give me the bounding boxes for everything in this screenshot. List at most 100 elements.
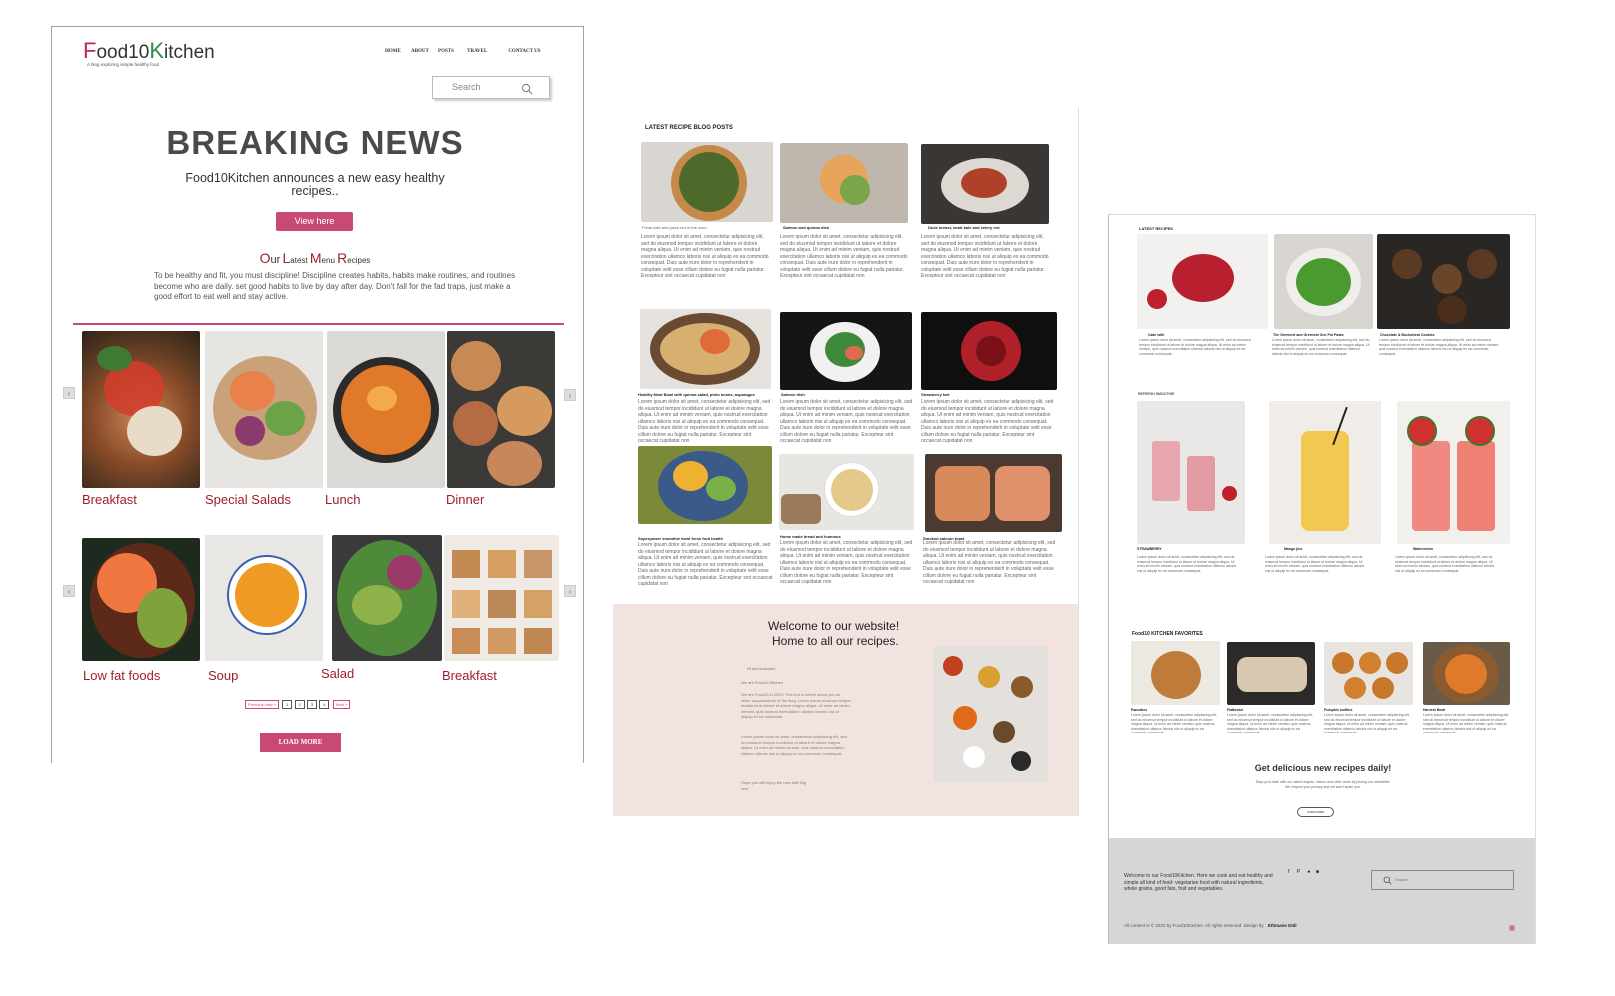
carousel-next-arrow-2[interactable]: ›: [564, 585, 576, 597]
recipe-caption-cake[interactable]: Cake with: [1148, 333, 1164, 337]
site-logo[interactable]: Food10Kitchen: [83, 38, 215, 64]
breakfast-toast-image[interactable]: [444, 535, 559, 661]
category-lunch[interactable]: Lunch: [325, 492, 360, 507]
pagination-page-1[interactable]: 1: [282, 700, 293, 709]
soup-image[interactable]: [205, 535, 323, 661]
view-here-button[interactable]: View here: [276, 212, 353, 231]
recipe-excerpt-1: Lorem ipsum dolor sit amet, consectetur …: [1139, 338, 1251, 356]
favorite-image-muffins[interactable]: [1324, 642, 1413, 705]
recipe-image-cake[interactable]: [1137, 234, 1268, 329]
smoothie-caption-mango[interactable]: Mango jinx: [1284, 547, 1302, 551]
carousel-prev-arrow-2[interactable]: ‹: [63, 585, 75, 597]
post-excerpt-1: Lorem ipsum dolor sit amet, consectetur …: [641, 234, 769, 279]
carousel-next-arrow[interactable]: ›: [564, 389, 576, 401]
post-image-salmon-dish[interactable]: [780, 312, 912, 390]
smoothie-image-watermelon[interactable]: [1397, 401, 1510, 544]
category-salad[interactable]: Salad: [321, 666, 354, 681]
welcome-small-1: Hi and welcome: [747, 666, 776, 671]
post-image-salmon-quinoa[interactable]: [780, 143, 908, 223]
post-caption-4[interactable]: Healthy Meal Bowl with quinoa salad, pin…: [638, 392, 755, 397]
search-icon[interactable]: [1383, 876, 1392, 885]
subscribe-button[interactable]: SUBSCRIBE: [1297, 807, 1334, 817]
dinner-image[interactable]: [447, 331, 555, 488]
post-image-strawberry-tart[interactable]: [921, 312, 1057, 390]
nav-travel[interactable]: TRAVEL: [467, 49, 487, 54]
post-image-salmon-toast[interactable]: [925, 454, 1062, 532]
lunch-image[interactable]: [327, 331, 445, 488]
special-salads-image[interactable]: [205, 331, 323, 488]
post-caption-1[interactable]: Fresh kale and pizza red of the oven: [642, 225, 707, 230]
favorite-caption-pancakes[interactable]: Pancakes: [1131, 708, 1147, 712]
post-excerpt-7: Lorem ipsum dolor sit amet, consectetur …: [638, 542, 773, 587]
recipe-image-cookies[interactable]: [1377, 234, 1510, 329]
footer-search-input[interactable]: Search: [1395, 877, 1408, 882]
welcome-small-2: We are Food10 Kitchen: [741, 680, 783, 685]
post-excerpt-2: Lorem ipsum dolor sit amet, consectetur …: [780, 234, 908, 279]
recipe-caption-pasta[interactable]: The Greenest and Greenest One Pot Pasta: [1273, 333, 1343, 337]
post-image-meal-bowl[interactable]: [640, 309, 771, 389]
post-caption-6[interactable]: Strawberry tart: [921, 392, 949, 397]
youtube-icon[interactable]: ■: [1316, 869, 1319, 875]
hero-title: BREAKING NEWS: [166, 124, 464, 161]
scroll-top-dot[interactable]: [1509, 925, 1515, 931]
favorite-image-flatbread[interactable]: [1227, 642, 1315, 705]
carousel-prev-arrow[interactable]: ‹: [63, 387, 75, 399]
recipe-caption-cookies[interactable]: Chocolate & Buckwheat Cookies: [1380, 333, 1434, 337]
favorite-image-harvest-bowl[interactable]: [1423, 642, 1510, 705]
post-caption-3[interactable]: Duck breast, lamb kale and celery red: [928, 225, 1000, 230]
smoothie-caption-strawberry[interactable]: STRAWBERRY: [1137, 547, 1162, 551]
recipe-excerpt-3: Lorem ipsum dolor sit amet, consectetur …: [1379, 338, 1500, 356]
favorite-image-pancakes[interactable]: [1131, 641, 1220, 705]
menu-heading: Our Latest Menu Recipes: [259, 250, 371, 266]
instagram-icon[interactable]: ●: [1307, 869, 1310, 875]
nav-posts[interactable]: POSTS: [438, 49, 454, 54]
category-soup[interactable]: Soup: [208, 668, 238, 683]
category-dinner[interactable]: Dinner: [446, 492, 484, 507]
pinterest-icon[interactable]: P: [1297, 869, 1300, 875]
nav-about[interactable]: ABOUT: [411, 49, 429, 54]
post-caption-2[interactable]: Salmon and quinoa dish: [783, 225, 829, 230]
category-low-fat-foods[interactable]: Low fat foods: [83, 668, 160, 683]
nav-home[interactable]: HOME: [385, 49, 401, 54]
post-image-duck-breast[interactable]: [921, 144, 1049, 224]
welcome-sign-off: Hope you will enjoy the new site! Big lo…: [741, 780, 806, 791]
smoothie-caption-watermelon[interactable]: Watermelon: [1413, 547, 1433, 551]
post-excerpt-3: Lorem ipsum dolor sit amet, consectetur …: [921, 234, 1049, 279]
favorite-caption-muffins[interactable]: Pumpkin muffins: [1324, 708, 1352, 712]
salad-image[interactable]: [332, 535, 442, 661]
welcome-title-1: Welcome to our website!: [768, 619, 900, 633]
category-special-salads[interactable]: Special Salads: [205, 492, 291, 507]
search-input[interactable]: Search: [452, 82, 481, 92]
search-icon[interactable]: [521, 83, 533, 95]
pagination-page-4[interactable]: 4: [319, 700, 330, 709]
post-caption-7[interactable]: Superpower smoothie bowl fresh fruit hea…: [638, 536, 723, 541]
pagination-page-3[interactable]: 3: [306, 700, 318, 709]
post-image-kale-pizza[interactable]: [641, 142, 773, 222]
search-box[interactable]: Search: [432, 76, 550, 99]
newsletter-text: Stay up to date with our latest recipes,…: [1255, 780, 1391, 789]
favorite-caption-flatbread[interactable]: Flatbread: [1227, 708, 1243, 712]
recipe-image-pasta[interactable]: [1274, 234, 1373, 329]
category-breakfast[interactable]: Breakfast: [82, 492, 137, 507]
post-image-bread-hummus[interactable]: [779, 454, 914, 530]
nav-contact[interactable]: CONTACT US: [508, 49, 540, 54]
breakfast-image[interactable]: [82, 331, 200, 488]
category-breakfast-2[interactable]: Breakfast: [442, 668, 497, 683]
footer-search-box[interactable]: Search: [1371, 870, 1514, 890]
smoothie-image-strawberry[interactable]: [1137, 401, 1245, 544]
post-caption-5[interactable]: Salmon dish: [781, 392, 805, 397]
load-more-button[interactable]: LOAD MORE: [260, 733, 341, 752]
low-fat-foods-image[interactable]: [82, 538, 200, 661]
copyright-text: All content is © 2022 by Food10Kitchen. …: [1124, 923, 1297, 928]
favorite-caption-harvest-bowl[interactable]: Harvest Bowl: [1423, 708, 1445, 712]
post-image-smoothie-bowl[interactable]: [638, 446, 772, 524]
post-caption-8[interactable]: Home made bread and hummus: [780, 534, 841, 539]
intro-text: To be healthy and fit, you must discipli…: [154, 271, 516, 301]
pagination-next[interactable]: Next »: [332, 700, 351, 709]
pagination-page-2[interactable]: 2: [294, 700, 305, 709]
smoothie-image-mango[interactable]: [1269, 401, 1381, 544]
pagination-prev[interactable]: Previous view «: [245, 700, 280, 709]
designer-name[interactable]: Ethmane Didi: [1268, 923, 1297, 928]
post-excerpt-8: Lorem ipsum dolor sit amet, consectetur …: [780, 540, 913, 585]
facebook-icon[interactable]: f: [1288, 869, 1289, 875]
